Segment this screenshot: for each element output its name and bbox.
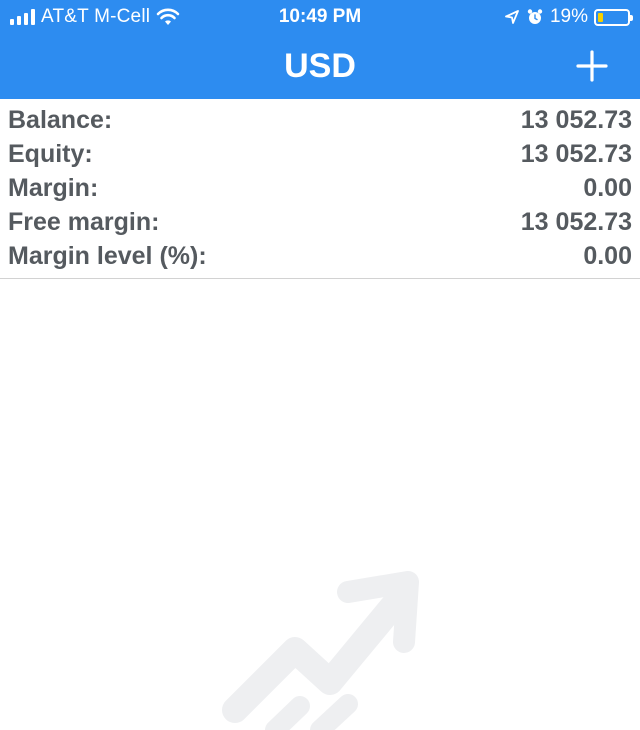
row-value: 0.00 [583,241,632,270]
balance-row: Balance: 13 052.73 [0,103,640,137]
row-label: Equity: [8,139,93,168]
battery-icon [594,8,633,26]
status-right: 19% [504,4,633,30]
plus-icon [576,50,608,82]
row-value: 0.00 [583,173,632,202]
location-icon [505,10,519,24]
add-button[interactable] [568,42,616,90]
equity-row: Equity: 13 052.73 [0,137,640,171]
row-label: Free margin: [8,207,160,236]
battery-percent: 19% [549,6,588,27]
header-bar: AT&T M-Cell 10:49 PM 19% USD [0,0,640,99]
free-margin-row: Free margin: 13 052.73 [0,205,640,239]
account-summary: Balance: 13 052.73 Equity: 13 052.73 Mar… [0,99,640,279]
margin-row: Margin: 0.00 [0,171,640,205]
trend-arrow-icon [222,571,419,730]
row-label: Balance: [8,105,113,134]
status-bar: AT&T M-Cell 10:49 PM 19% [0,0,640,34]
page-title: USD [284,47,356,85]
row-label: Margin: [8,173,99,202]
battery-fill [598,12,603,22]
row-label: Margin level (%): [8,241,207,270]
row-value: 13 052.73 [520,105,632,134]
row-value: 13 052.73 [520,139,632,168]
row-value: 13 052.73 [520,207,632,236]
alarm-icon [527,9,543,24]
margin-level-row: Margin level (%): 0.00 [0,239,640,273]
